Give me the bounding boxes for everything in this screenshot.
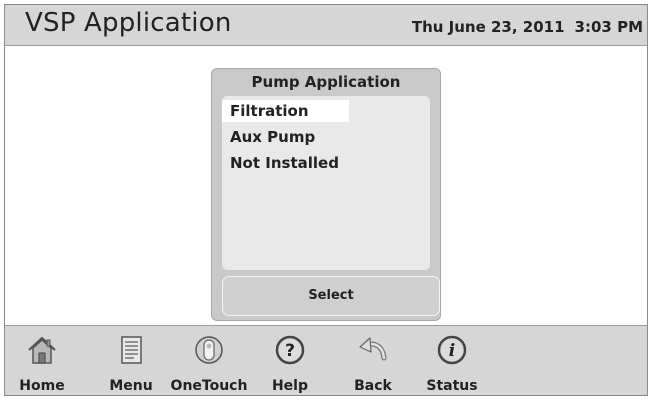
app-title: VSP Application [25, 8, 232, 38]
datetime-display: Thu June 23, 2011 3:03 PM [412, 18, 643, 36]
status-label: Status [426, 378, 478, 394]
list-item-not-installed[interactable]: Not Installed [222, 152, 339, 174]
menu-button[interactable]: Menu [106, 326, 156, 395]
list-item-filtration[interactable]: Filtration [222, 100, 349, 122]
home-label: Home [19, 378, 65, 394]
onetouch-button[interactable]: OneTouch [169, 326, 249, 395]
back-label: Back [354, 378, 392, 394]
house-icon [28, 336, 56, 364]
svg-text:i: i [449, 341, 455, 361]
header-bar: VSP Application Thu June 23, 2011 3:03 PM [5, 5, 647, 46]
time-text: 3:03 PM [574, 18, 643, 36]
status-button[interactable]: i Status [425, 326, 479, 395]
bottom-toolbar: Home Menu OneTouch ? Help Back i Status [5, 325, 647, 395]
list-item-aux-pump[interactable]: Aux Pump [222, 126, 315, 148]
back-button[interactable]: Back [350, 326, 396, 395]
help-icon: ? [275, 335, 305, 365]
pump-option-list: Filtration Aux Pump Not Installed [222, 96, 430, 270]
help-label: Help [271, 378, 309, 394]
panel-title: Pump Application [251, 73, 401, 91]
pump-application-panel: Pump Application Filtration Aux Pump Not… [211, 68, 441, 321]
onetouch-label: OneTouch [170, 378, 248, 394]
help-button[interactable]: ? Help [267, 326, 313, 395]
home-button[interactable]: Home [19, 326, 65, 395]
select-button[interactable]: Select [222, 276, 440, 316]
svg-text:?: ? [285, 341, 295, 361]
onetouch-icon [195, 336, 223, 364]
menu-label: Menu [109, 378, 153, 394]
info-icon: i [437, 335, 467, 365]
app-window: VSP Application Thu June 23, 2011 3:03 PM… [4, 4, 648, 396]
back-arrow-icon [359, 337, 387, 361]
notepad-icon [121, 336, 142, 364]
date-text: Thu June 23, 2011 [411, 18, 565, 36]
